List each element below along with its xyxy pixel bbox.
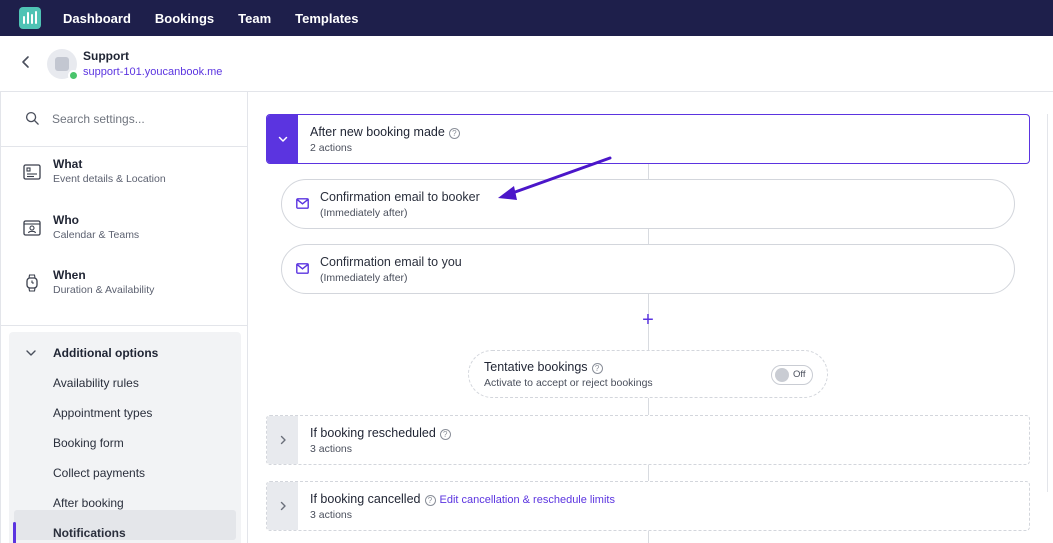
sidebar-item-subtitle: Calendar & Teams: [53, 229, 140, 241]
tentative-description: Activate to accept or reject bookings: [484, 377, 653, 389]
add-action-button[interactable]: +: [640, 310, 656, 330]
sidebar-item-appointment-types[interactable]: Appointment types: [53, 406, 152, 420]
trigger-expand-toggle[interactable]: [267, 482, 298, 530]
nav-dashboard[interactable]: Dashboard: [63, 11, 131, 26]
trigger-title: If booking cancelled? Edit cancellation &…: [310, 492, 615, 506]
settings-sidebar: What Event details & Location Who Calend…: [0, 92, 248, 543]
account-url[interactable]: support-101.youcanbook.me: [83, 66, 222, 78]
nav-links: Dashboard Bookings Team Templates: [63, 11, 382, 26]
additional-options-group: Additional options Availability rules Ap…: [9, 332, 241, 543]
action-title: Confirmation email to you: [320, 255, 462, 269]
top-nav: Dashboard Bookings Team Templates: [0, 0, 1053, 36]
mail-icon: [296, 198, 309, 209]
trigger-action-count: 2 actions: [310, 142, 353, 154]
action-confirmation-email-you[interactable]: Confirmation email to you (Immediately a…: [281, 244, 1015, 294]
trigger-expand-toggle[interactable]: [267, 416, 298, 464]
edit-cancellation-limits-link[interactable]: Edit cancellation & reschedule limits: [440, 494, 615, 506]
watch-icon: [26, 274, 38, 292]
app-logo[interactable]: [19, 7, 41, 29]
annotation-arrow-icon: [498, 156, 612, 200]
trigger-booking-cancelled[interactable]: If booking cancelled? Edit cancellation &…: [266, 481, 1030, 531]
help-icon[interactable]: ?: [591, 363, 603, 374]
avatar-image: [55, 57, 69, 71]
trigger-title: If booking rescheduled?: [310, 426, 451, 440]
trigger-booking-rescheduled[interactable]: If booking rescheduled? 3 actions: [266, 415, 1030, 465]
sidebar-item-subtitle: Event details & Location: [53, 173, 166, 185]
additional-options-title: Additional options: [53, 346, 159, 360]
sidebar-item-title: What: [53, 157, 83, 171]
sidebar-item-what[interactable]: What Event details & Location: [1, 148, 248, 203]
action-timing: (Immediately after): [320, 272, 408, 284]
chevron-right-icon: [280, 435, 286, 445]
trigger-new-booking[interactable]: After new booking made? 2 actions: [266, 114, 1030, 164]
help-icon[interactable]: ?: [448, 128, 460, 139]
online-status-icon: [68, 70, 79, 81]
sidebar-item-who[interactable]: Who Calendar & Teams: [1, 204, 248, 259]
chevron-down-icon: [26, 350, 36, 356]
sidebar-item-collect-payments[interactable]: Collect payments: [53, 466, 145, 480]
sidebar-item-title: When: [53, 268, 86, 282]
right-panel-edge: [1047, 114, 1048, 492]
sidebar-item-availability-rules[interactable]: Availability rules: [53, 376, 139, 390]
active-item-indicator: [13, 522, 16, 543]
help-icon[interactable]: ?: [424, 495, 436, 506]
search-icon: [25, 111, 39, 125]
chevron-down-icon: [278, 136, 287, 142]
sidebar-divider: [1, 325, 248, 326]
trigger-title-text: If booking cancelled: [310, 492, 421, 506]
sidebar-item-notifications[interactable]: Notifications: [53, 526, 126, 540]
account-header: Support support-101.youcanbook.me: [0, 36, 1053, 92]
sidebar-item-when[interactable]: When Duration & Availability: [1, 259, 248, 314]
tentative-toggle[interactable]: Off: [771, 365, 813, 385]
toggle-knob: [775, 368, 789, 382]
additional-options-header[interactable]: Additional options: [25, 345, 225, 363]
sidebar-item-after-booking[interactable]: After booking: [53, 496, 124, 510]
trigger-action-count: 3 actions: [310, 509, 353, 521]
action-title: Confirmation email to booker: [320, 190, 480, 204]
tentative-bookings-card: Tentative bookings? Activate to accept o…: [468, 350, 828, 398]
nav-team[interactable]: Team: [238, 11, 271, 26]
trigger-expand-toggle[interactable]: [267, 115, 298, 163]
team-calendar-icon: [23, 220, 41, 236]
mail-icon: [296, 263, 309, 274]
search-box: [1, 92, 248, 147]
nav-bookings[interactable]: Bookings: [155, 11, 214, 26]
tentative-title-text: Tentative bookings: [484, 360, 588, 374]
account-name: Support: [83, 49, 129, 63]
search-input[interactable]: [52, 109, 232, 129]
trigger-title: After new booking made?: [310, 125, 460, 139]
trigger-action-count: 3 actions: [310, 443, 353, 455]
details-icon: [23, 164, 41, 180]
avatar: [47, 49, 79, 81]
trigger-title-text: After new booking made: [310, 125, 445, 139]
sidebar-item-subtitle: Duration & Availability: [53, 284, 155, 296]
back-chevron-icon[interactable]: [18, 54, 34, 70]
toggle-state-label: Off: [793, 369, 806, 380]
sidebar-item-title: Who: [53, 213, 79, 227]
notifications-workflow: After new booking made? 2 actions Confir…: [248, 92, 1053, 543]
trigger-title-text: If booking rescheduled: [310, 426, 436, 440]
sidebar-item-booking-form[interactable]: Booking form: [53, 436, 124, 450]
action-confirmation-email-booker[interactable]: Confirmation email to booker (Immediatel…: [281, 179, 1015, 229]
action-timing: (Immediately after): [320, 207, 408, 219]
chevron-right-icon: [280, 501, 286, 511]
help-icon[interactable]: ?: [439, 429, 451, 440]
nav-templates[interactable]: Templates: [295, 11, 358, 26]
tentative-title: Tentative bookings?: [484, 360, 603, 374]
